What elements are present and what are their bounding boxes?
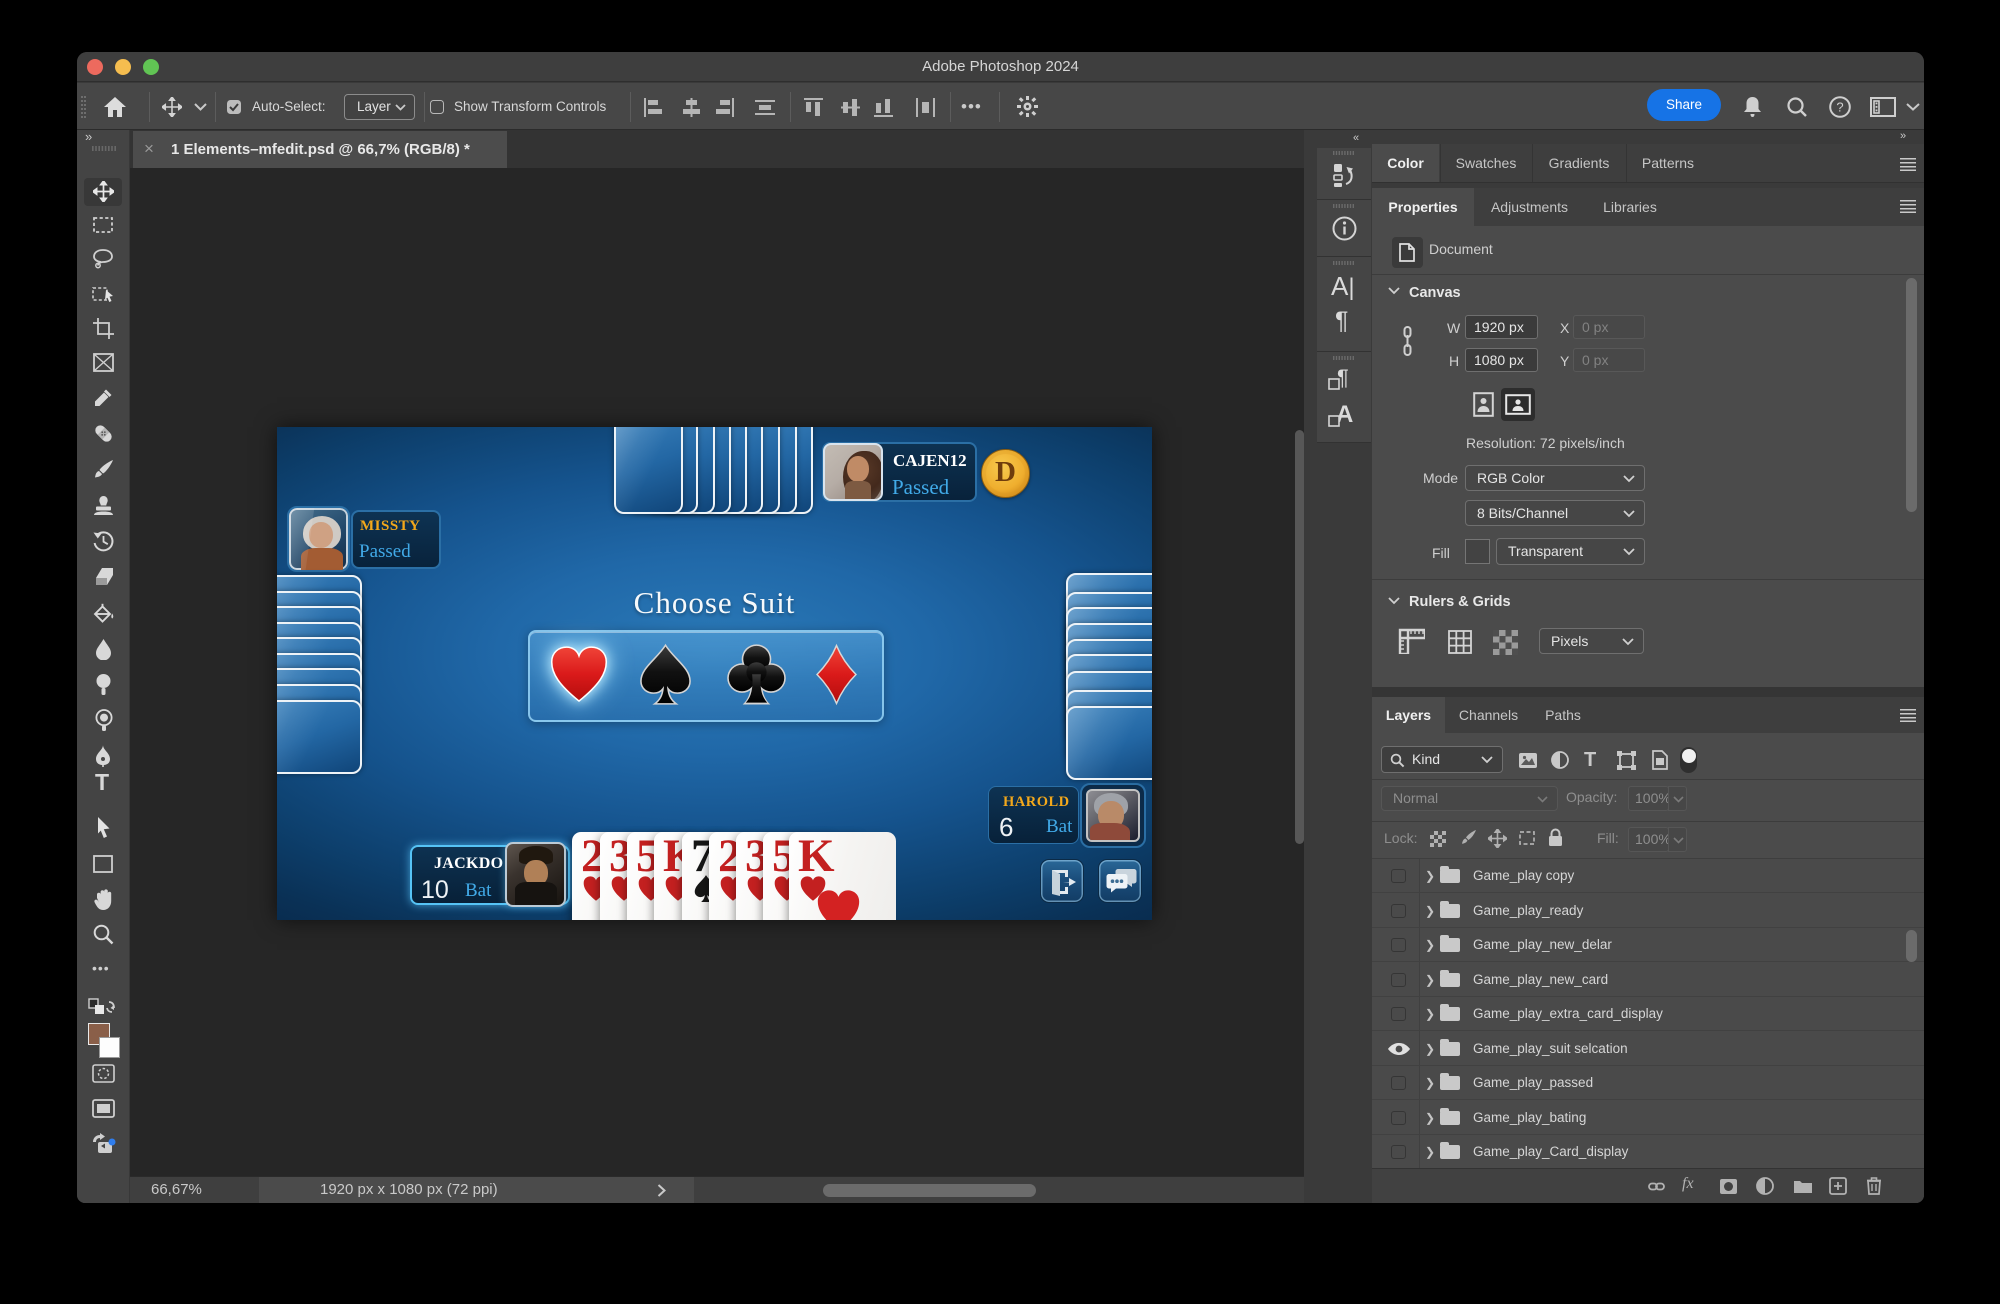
svg-text:?: ? <box>1836 100 1843 115</box>
